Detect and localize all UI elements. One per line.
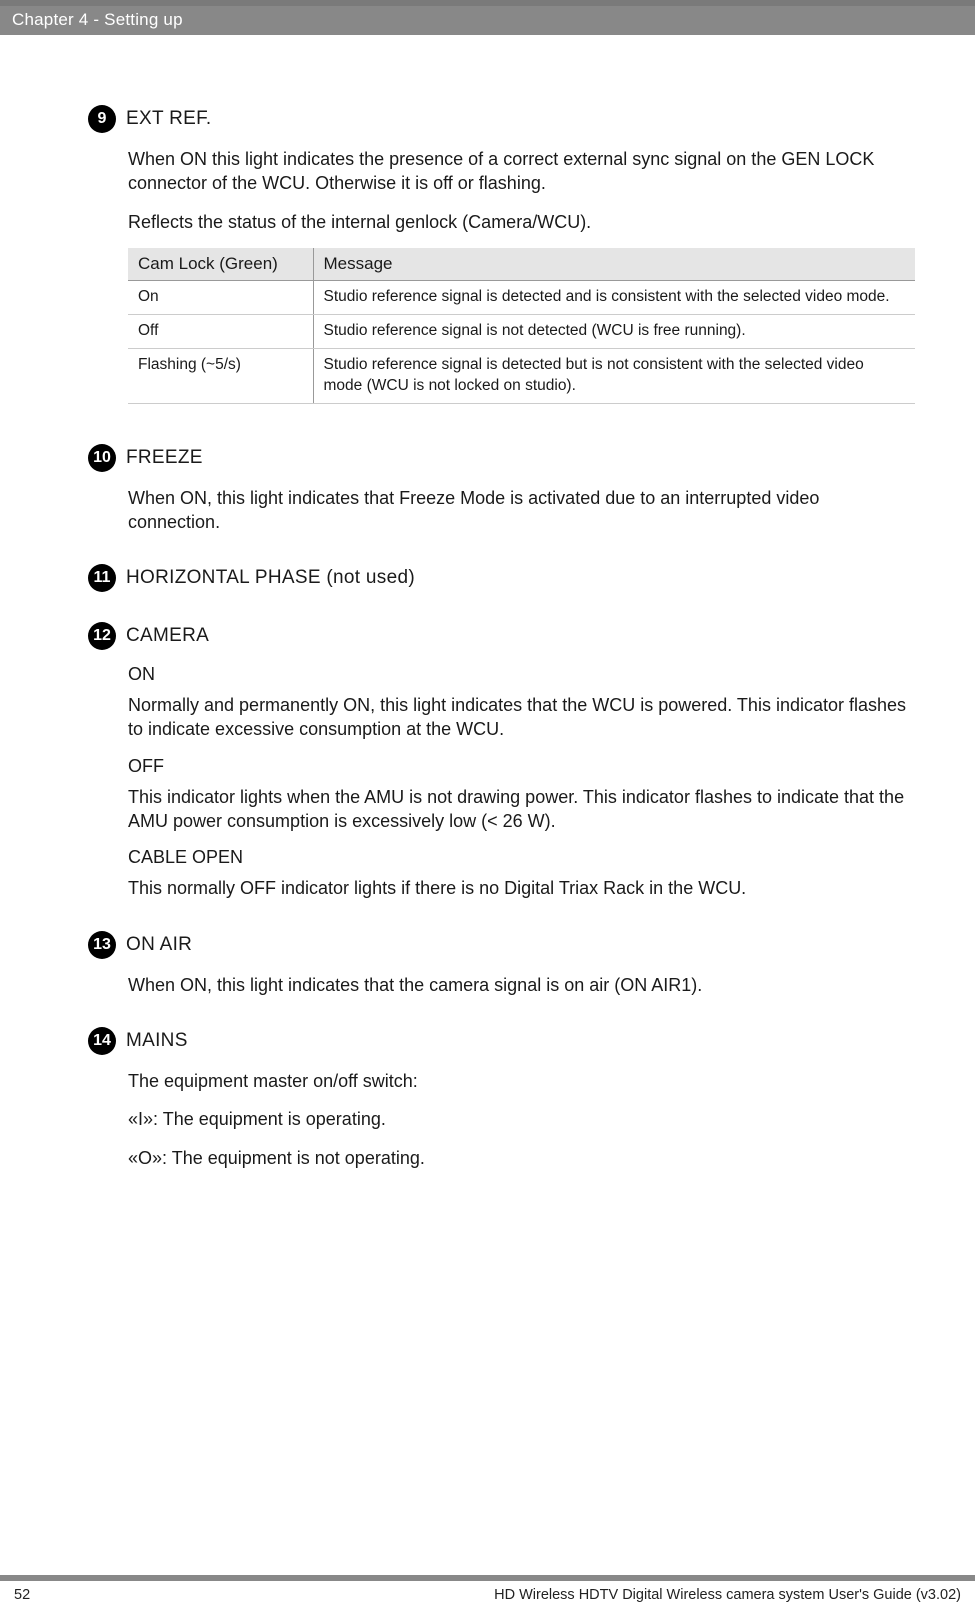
section-camera: 12 CAMERA ON Normally and permanently ON…: [128, 622, 915, 900]
table-cell: Off: [128, 314, 313, 348]
paragraph: When ON, this light indicates that the c…: [128, 973, 915, 997]
table-row: On Studio reference signal is detected a…: [128, 280, 915, 314]
section-title: HORIZONTAL PHASE (not used): [126, 567, 415, 589]
table-row: Off Studio reference signal is not detec…: [128, 314, 915, 348]
bullet-icon: 12: [88, 622, 116, 650]
footer: 52 HD Wireless HDTV Digital Wireless cam…: [0, 1575, 975, 1603]
table-header: Cam Lock (Green): [128, 248, 313, 281]
section-mains: 14 MAINS The equipment master on/off swi…: [128, 1027, 915, 1170]
section-horizontal-phase: 11 HORIZONTAL PHASE (not used): [128, 564, 915, 592]
bullet-icon: 11: [88, 564, 116, 592]
chapter-header: Chapter 4 - Setting up: [0, 6, 975, 35]
state-label: ON: [128, 664, 915, 685]
paragraph: This indicator lights when the AMU is no…: [128, 785, 915, 834]
page-number: 52: [14, 1587, 30, 1603]
state-label: OFF: [128, 756, 915, 777]
paragraph: The equipment master on/off switch:: [128, 1069, 915, 1093]
section-title: EXT REF.: [126, 108, 211, 130]
page-content: 9 EXT REF. When ON this light indicates …: [0, 35, 975, 1603]
bullet-icon: 10: [88, 444, 116, 472]
paragraph: When ON this light indicates the presenc…: [128, 147, 915, 196]
paragraph: «O»: The equipment is not operating.: [128, 1146, 915, 1170]
paragraph: When ON, this light indicates that Freez…: [128, 486, 915, 535]
section-title: MAINS: [126, 1030, 188, 1052]
bullet-icon: 13: [88, 931, 116, 959]
section-on-air: 13 ON AIR When ON, this light indicates …: [128, 931, 915, 997]
table-row: Flashing (~5/s) Studio reference signal …: [128, 348, 915, 403]
state-label: CABLE OPEN: [128, 847, 915, 868]
section-title: FREEZE: [126, 447, 203, 469]
table-cell: Flashing (~5/s): [128, 348, 313, 403]
section-ext-ref: 9 EXT REF. When ON this light indicates …: [128, 105, 915, 404]
section-title: ON AIR: [126, 934, 192, 956]
table-cell: Studio reference signal is not detected …: [313, 314, 915, 348]
paragraph: Normally and permanently ON, this light …: [128, 693, 915, 742]
paragraph: «I»: The equipment is operating.: [128, 1107, 915, 1131]
bullet-icon: 9: [88, 105, 116, 133]
doc-title: HD Wireless HDTV Digital Wireless camera…: [494, 1587, 961, 1603]
bullet-icon: 14: [88, 1027, 116, 1055]
table-header: Message: [313, 248, 915, 281]
table-cell: Studio reference signal is detected and …: [313, 280, 915, 314]
paragraph: This normally OFF indicator lights if th…: [128, 876, 915, 900]
section-title: CAMERA: [126, 625, 209, 647]
section-freeze: 10 FREEZE When ON, this light indicates …: [128, 444, 915, 535]
table-cell: On: [128, 280, 313, 314]
status-table: Cam Lock (Green) Message On Studio refer…: [128, 248, 915, 404]
table-cell: Studio reference signal is detected but …: [313, 348, 915, 403]
paragraph: Reflects the status of the internal genl…: [128, 210, 915, 234]
